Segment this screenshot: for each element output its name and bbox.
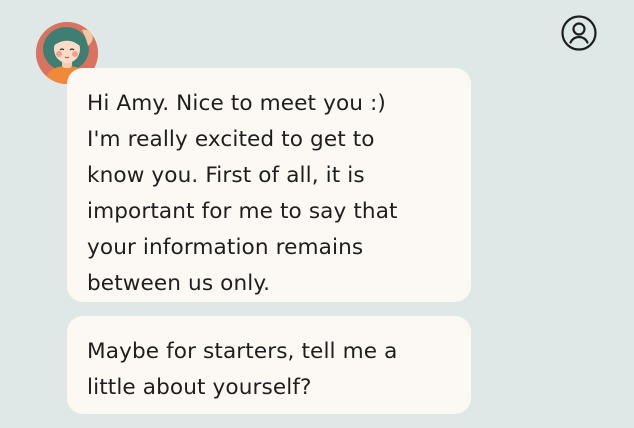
message-line: your information remains bbox=[87, 235, 364, 260]
message-line: important for me to say that bbox=[87, 199, 398, 224]
user-profile-icon bbox=[561, 15, 597, 51]
message-line: I'm really excited to get to bbox=[87, 127, 375, 152]
message-line: little about yourself? bbox=[87, 375, 312, 400]
message-line: know you. First of all, it is bbox=[87, 163, 365, 188]
profile-button[interactable] bbox=[560, 14, 598, 52]
message-bubble: Hi Amy. Nice to meet you :) I'm really e… bbox=[67, 68, 471, 302]
message-line: between us only. bbox=[87, 271, 271, 296]
message-line: Maybe for starters, tell me a bbox=[87, 339, 398, 364]
message-line: Hi Amy. Nice to meet you :) bbox=[87, 91, 386, 116]
message-bubble: Maybe for starters, tell me a little abo… bbox=[67, 316, 471, 414]
